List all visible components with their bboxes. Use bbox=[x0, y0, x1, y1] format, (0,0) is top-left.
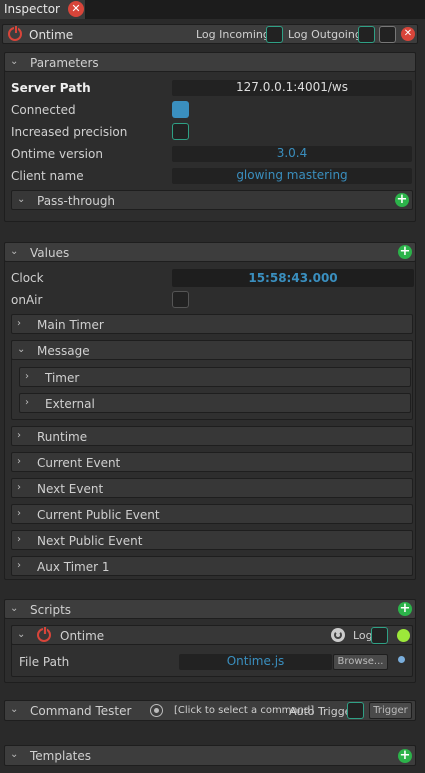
scripts-header[interactable]: ⌄ Scripts + bbox=[4, 599, 416, 619]
remove-icon[interactable]: ✕ bbox=[401, 27, 415, 41]
server-path-label: Server Path bbox=[11, 81, 91, 95]
script-log-label: Log bbox=[353, 629, 373, 642]
current-event-group[interactable]: › Current Event bbox=[11, 452, 413, 472]
passthrough-label: Pass-through bbox=[37, 194, 116, 208]
chevron-right-icon: › bbox=[17, 430, 21, 441]
aux-timer-label: Aux Timer 1 bbox=[37, 560, 110, 574]
chevron-right-icon: › bbox=[17, 482, 21, 493]
file-path-field[interactable]: Ontime.js bbox=[179, 654, 332, 670]
chevron-down-icon: ⌄ bbox=[10, 704, 19, 715]
message-external-label: External bbox=[45, 397, 95, 411]
templates-header[interactable]: ⌄ Templates + bbox=[4, 745, 416, 766]
passthrough-group[interactable]: ⌄ Pass-through + bbox=[11, 190, 413, 210]
next-event-group[interactable]: › Next Event bbox=[11, 478, 413, 498]
command-tester-title: Command Tester bbox=[30, 704, 132, 718]
enable-checkbox[interactable] bbox=[379, 26, 396, 43]
next-public-event-label: Next Public Event bbox=[37, 534, 143, 548]
connected-label: Connected bbox=[11, 103, 76, 117]
chevron-down-icon: ⌄ bbox=[10, 603, 19, 614]
chevron-right-icon: › bbox=[17, 456, 21, 467]
target-icon[interactable] bbox=[150, 704, 163, 717]
message-external-group[interactable]: › External bbox=[19, 393, 411, 413]
message-timer-label: Timer bbox=[45, 371, 80, 385]
onair-label: onAir bbox=[11, 293, 43, 307]
browse-button[interactable]: Browse... bbox=[333, 654, 388, 670]
log-outgoing-label: Log Outgoing bbox=[288, 28, 362, 41]
chevron-down-icon: ⌄ bbox=[10, 56, 19, 67]
client-name-field: glowing mastering bbox=[172, 168, 412, 184]
connected-checkbox bbox=[172, 101, 189, 118]
message-label: Message bbox=[37, 344, 90, 358]
next-event-label: Next Event bbox=[37, 482, 104, 496]
file-path-label: File Path bbox=[19, 655, 70, 669]
clock-label: Clock bbox=[11, 271, 44, 285]
runtime-group[interactable]: › Runtime bbox=[11, 426, 413, 446]
chevron-down-icon: ⌄ bbox=[10, 749, 19, 760]
add-icon[interactable]: + bbox=[398, 749, 412, 763]
server-path-field[interactable]: 127.0.0.1:4001/ws bbox=[172, 80, 412, 96]
log-incoming-checkbox[interactable] bbox=[266, 26, 283, 43]
templates-title: Templates bbox=[30, 749, 92, 763]
parameters-title: Parameters bbox=[30, 56, 99, 70]
values-title: Values bbox=[30, 246, 70, 260]
reload-icon[interactable] bbox=[331, 628, 345, 642]
script-item-header[interactable]: ⌄ Ontime Log bbox=[11, 625, 413, 645]
script-name: Ontime bbox=[60, 629, 105, 643]
chevron-down-icon: ⌄ bbox=[10, 246, 19, 257]
power-icon[interactable] bbox=[37, 627, 51, 642]
log-outgoing-checkbox[interactable] bbox=[358, 26, 375, 43]
runtime-label: Runtime bbox=[37, 430, 88, 444]
message-group[interactable]: ⌄ Message bbox=[11, 340, 413, 360]
current-public-event-group[interactable]: › Current Public Event bbox=[11, 504, 413, 524]
onair-checkbox bbox=[172, 291, 189, 308]
chevron-right-icon: › bbox=[17, 508, 21, 519]
current-public-event-label: Current Public Event bbox=[37, 508, 160, 522]
module-name: Ontime bbox=[29, 28, 74, 42]
scripts-title: Scripts bbox=[30, 603, 72, 617]
trigger-button[interactable]: Trigger bbox=[369, 702, 412, 719]
ontime-version-label: Ontime version bbox=[11, 147, 103, 161]
message-timer-group[interactable]: › Timer bbox=[19, 367, 411, 387]
chevron-right-icon: › bbox=[17, 534, 21, 545]
auto-trigger-checkbox[interactable] bbox=[347, 702, 364, 719]
increased-precision-label: Increased precision bbox=[11, 125, 128, 139]
auto-trigger-label: Auto Trigger bbox=[289, 705, 356, 718]
status-indicator-icon bbox=[397, 629, 410, 642]
power-icon[interactable] bbox=[8, 26, 22, 41]
values-header[interactable]: ⌄ Values + bbox=[4, 242, 416, 262]
current-event-label: Current Event bbox=[37, 456, 121, 470]
tab-bar: Inspector ✕ bbox=[0, 0, 425, 19]
main-timer-label: Main Timer bbox=[37, 318, 104, 332]
log-incoming-label: Log Incoming bbox=[196, 28, 270, 41]
add-icon[interactable]: + bbox=[395, 193, 409, 207]
chevron-right-icon: › bbox=[17, 560, 21, 571]
ontime-version-field: 3.0.4 bbox=[172, 146, 412, 162]
main-timer-group[interactable]: › Main Timer bbox=[11, 314, 413, 334]
add-icon[interactable]: + bbox=[398, 245, 412, 259]
parameters-header[interactable]: ⌄ Parameters bbox=[4, 52, 416, 72]
chevron-down-icon: ⌄ bbox=[17, 344, 26, 355]
increased-precision-checkbox[interactable] bbox=[172, 123, 189, 140]
chevron-right-icon: › bbox=[25, 371, 29, 382]
next-public-event-group[interactable]: › Next Public Event bbox=[11, 530, 413, 550]
tab-inspector[interactable]: Inspector ✕ bbox=[0, 0, 86, 19]
module-header: Ontime Log Incoming Log Outgoing ✕ bbox=[2, 24, 418, 44]
chevron-right-icon: › bbox=[17, 318, 21, 329]
file-status-dot-icon bbox=[398, 656, 405, 663]
add-icon[interactable]: + bbox=[398, 602, 412, 616]
aux-timer-group[interactable]: › Aux Timer 1 bbox=[11, 556, 413, 576]
client-name-label: Client name bbox=[11, 169, 84, 183]
close-icon[interactable]: ✕ bbox=[68, 1, 84, 17]
clock-value: 15:58:43.000 bbox=[172, 269, 414, 287]
command-tester-header[interactable]: ⌄ Command Tester [Click to select a comm… bbox=[4, 700, 416, 721]
chevron-down-icon: ⌄ bbox=[17, 629, 26, 640]
chevron-down-icon: ⌄ bbox=[17, 194, 26, 205]
script-log-checkbox[interactable] bbox=[371, 627, 388, 644]
tab-label: Inspector bbox=[4, 2, 60, 16]
chevron-right-icon: › bbox=[25, 397, 29, 408]
